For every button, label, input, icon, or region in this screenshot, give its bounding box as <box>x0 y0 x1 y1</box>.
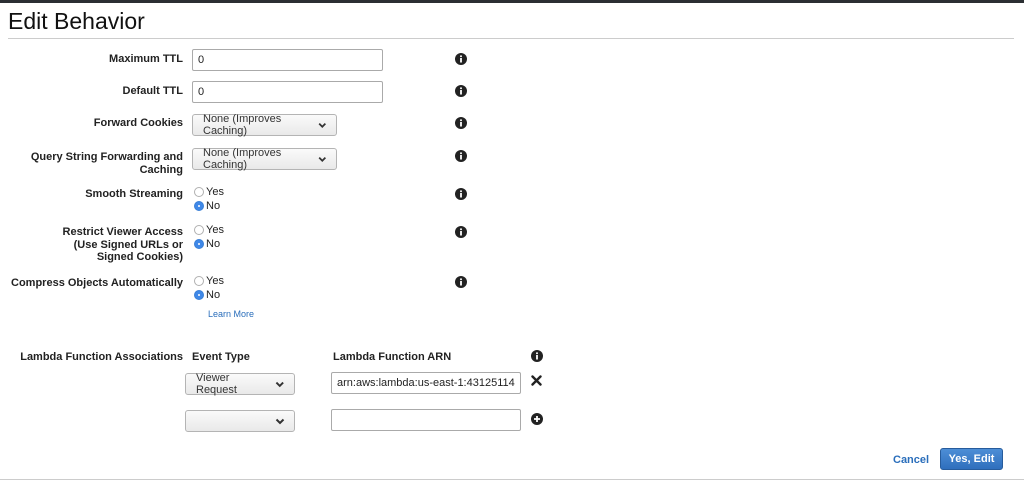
query-string-label-line2: Caching <box>139 163 183 176</box>
cancel-button[interactable]: Cancel <box>893 454 929 466</box>
radio-button[interactable] <box>194 201 204 211</box>
compress-no-radio[interactable]: No <box>194 289 220 301</box>
restrict-viewer-label: Restrict Viewer Access (Use Signed URLs … <box>63 226 183 264</box>
radio-button[interactable] <box>194 276 204 286</box>
info-icon[interactable] <box>455 53 467 65</box>
lambda-associations-label: Lambda Function Associations <box>20 351 183 363</box>
default-ttl-label: Default TTL <box>122 85 184 97</box>
radio-button[interactable] <box>194 187 204 197</box>
forward-cookies-label: Forward Cookies <box>93 117 183 129</box>
query-string-label: Query String Forwarding and Caching <box>31 151 183 176</box>
smooth-streaming-label: Smooth Streaming <box>85 188 183 200</box>
radio-button[interactable] <box>194 225 204 235</box>
radio-label: No <box>206 200 221 212</box>
lambda-arn-input[interactable] <box>331 409 521 431</box>
title-divider <box>8 38 1014 39</box>
max-ttl-label: Maximum TTL <box>109 53 183 65</box>
query-string-select[interactable]: None (Improves Caching) <box>192 147 337 171</box>
event-type-select[interactable] <box>185 410 295 432</box>
bottom-divider <box>0 479 1024 480</box>
query-string-label-line1: Query String Forwarding and <box>30 151 183 163</box>
yes-edit-button[interactable]: Yes, Edit <box>940 448 1003 470</box>
radio-label: Yes <box>206 224 224 236</box>
restrict-viewer-label-line3: Signed Cookies) <box>96 251 183 263</box>
info-icon[interactable] <box>455 117 467 129</box>
restrict-viewer-yes-radio[interactable]: Yes <box>194 224 224 236</box>
forward-cookies-value: None (Improves Caching) <box>203 113 282 137</box>
lambda-arn-input[interactable] <box>331 372 521 394</box>
info-icon[interactable] <box>455 150 467 162</box>
chevron-down-icon <box>319 123 327 129</box>
plus-circle-icon[interactable] <box>531 413 543 425</box>
info-icon[interactable] <box>531 350 543 362</box>
radio-label: Yes <box>206 275 224 287</box>
default-ttl-input[interactable] <box>192 81 383 103</box>
info-icon[interactable] <box>455 85 467 97</box>
info-icon[interactable] <box>455 226 467 238</box>
radio-label: No <box>206 289 221 301</box>
compress-yes-radio[interactable]: Yes <box>194 275 224 287</box>
info-icon[interactable] <box>455 276 467 288</box>
restrict-viewer-label-line2: (Use Signed URLs or <box>73 238 183 251</box>
radio-label: Yes <box>206 186 224 198</box>
smooth-streaming-no-radio[interactable]: No <box>194 200 220 212</box>
smooth-streaming-yes-radio[interactable]: Yes <box>194 186 224 198</box>
forward-cookies-select[interactable]: None (Improves Caching) <box>192 113 337 137</box>
page-title: Edit Behavior <box>8 8 145 34</box>
max-ttl-input[interactable] <box>192 49 383 71</box>
lambda-arn-header: Lambda Function ARN <box>333 351 452 363</box>
event-type-select[interactable]: Viewer Request <box>185 372 295 396</box>
chevron-down-icon <box>275 418 285 425</box>
event-type-value: Viewer Request <box>196 372 237 396</box>
learn-more-link[interactable]: Learn More <box>208 309 254 319</box>
radio-label: No <box>206 238 221 250</box>
radio-button[interactable] <box>194 290 204 300</box>
close-x-icon[interactable] <box>531 375 542 386</box>
event-type-header: Event Type <box>192 351 250 363</box>
top-bar <box>0 0 1024 3</box>
chevron-down-icon <box>276 381 285 388</box>
radio-button[interactable] <box>194 239 204 249</box>
restrict-viewer-no-radio[interactable]: No <box>194 238 220 250</box>
chevron-down-icon <box>319 157 327 163</box>
query-string-value: None (Improves Caching) <box>203 147 282 171</box>
compress-label: Compress Objects Automatically <box>11 277 183 289</box>
info-icon[interactable] <box>455 188 467 200</box>
restrict-viewer-label-line1: Restrict Viewer Access <box>62 226 183 238</box>
